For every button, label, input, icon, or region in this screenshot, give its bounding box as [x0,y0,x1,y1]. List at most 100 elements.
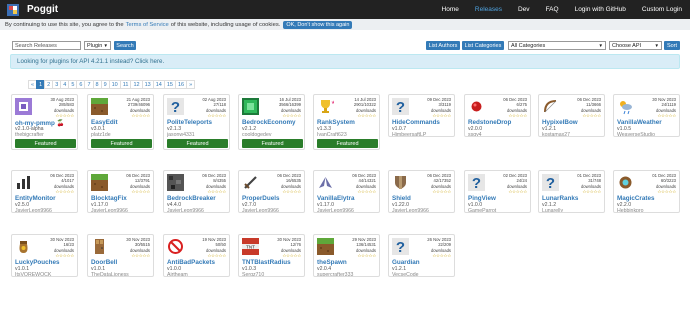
plugin-author: JavierLeon9966 [167,208,204,213]
featured-badge: Featured [15,139,76,148]
cookie-text-after: of this website, including usage of cook… [170,21,281,28]
plugin-card[interactable]: 06 Dec 2023 8/4355 downloads ☆☆☆☆☆ BedrockBr… [163,170,230,213]
rating-stars-icon: ☆☆☆☆☆ [508,112,527,118]
plugin-name-link[interactable]: LunarRanks [542,195,604,202]
brand-title[interactable]: Poggit [27,4,58,15]
api-banner-text[interactable]: Looking for plugins for API 4.21.1 inste… [17,58,164,65]
plugin-name-link[interactable]: VanillaWeather [617,119,679,126]
rating-stars-icon: ☆☆☆☆☆ [207,112,226,118]
chevron-down-icon: ▼ [654,43,659,48]
plugin-name-link[interactable]: BedrockEconomy [242,119,304,126]
plugin-card[interactable]: 06 Dec 2023 42/17352 downloads ☆☆☆☆☆ Shield v… [388,170,455,213]
list-categories-button[interactable]: List Categories [462,41,504,50]
chevron-down-icon: ▼ [598,43,603,48]
rating-stars-icon: ☆☆☆☆☆ [657,112,676,118]
plugin-author: VecseCode [392,272,419,277]
nav-faq[interactable]: FAQ [538,0,567,19]
search-button[interactable]: Search [114,41,136,50]
plugin-meta: 30 Aug 2023 285/583 downloads ☆☆☆☆☆ [30,97,74,118]
plugin-card[interactable]: 29 Nov 2023 136/14531 downloads ☆☆☆☆☆ theSpa… [313,234,380,277]
cookie-dismiss-button[interactable]: OK, Don't show this again [283,20,353,29]
plugin-name-link[interactable]: ProperDuels [242,195,304,202]
featured-badge: Featured [167,139,228,148]
plugin-name-link[interactable]: DoorBell [91,259,153,266]
plugin-card[interactable]: 06 Dec 2023 44/14321 downloads ☆☆☆☆☆ Vanilla… [313,170,380,213]
plugin-card[interactable]: 01 Dec 2023 60/3223 downloads ☆☆☆☆☆ MagicCra… [613,170,680,213]
svg-text:?: ? [472,175,481,191]
plugin-name-link[interactable]: BlocktagFix [91,195,153,202]
featured-badge: Featured [242,139,303,148]
plugin-name-link[interactable]: EasyEdit [91,119,153,126]
rating-stars-icon: ☆☆☆☆☆ [357,252,376,258]
category-value: All Categories [511,42,546,49]
sort-button[interactable]: Sort [664,41,680,50]
search-input[interactable] [12,41,81,50]
plugin-name-link[interactable]: AntiBadPackets [167,259,229,266]
plugin-name-link[interactable]: BedrockBreaker [167,195,229,202]
plugin-card[interactable]: TNT 30 Nov 2023 12/76 downloads ☆☆☆☆☆ TNTBlas… [238,234,305,277]
category-select[interactable]: All Categories ▼ [508,41,606,50]
plugin-card[interactable]: ? 09 Dec 2023 3/3119 downloads ☆☆☆☆☆ HideComm… [388,94,455,137]
plugin-card[interactable]: ? 26 Nov 2023 22/209 downloads ☆☆☆☆☆ Guardian… [388,234,455,277]
plugin-card[interactable]: ? 01 Dec 2023 31/748 downloads ☆☆☆☆☆ LunarRan… [538,170,605,213]
rating-stars-icon: ☆☆☆☆☆ [131,252,150,258]
nav-home[interactable]: Home [434,0,467,19]
list-authors-button[interactable]: List Authors [426,41,460,50]
plugin-name-link[interactable]: RedstoneDrop [468,119,530,126]
plugin-name-link[interactable]: PingView [468,195,530,202]
plugin-card[interactable]: 06 Dec 2023 11/3666 downloads ☆☆☆☆☆ HypixelB… [538,94,605,137]
nav-login-github[interactable]: Login with GitHub [567,0,634,19]
plugin-author: GameParrot [468,208,497,213]
plugin-meta: 30 Nov 2023 30/5515 downloads ☆☆☆☆☆ [106,237,150,258]
plugin-name-link[interactable]: TNTBlastRadius [242,259,304,266]
nav-dev[interactable]: Dev [510,0,538,19]
rating-stars-icon: ☆☆☆☆☆ [582,188,601,194]
plugin-meta: 09 Dec 2023 3/3119 downloads ☆☆☆☆☆ [407,97,451,118]
rating-stars-icon: ☆☆☆☆☆ [282,252,301,258]
plugin-card[interactable]: 06 Dec 2023 16/6535 downloads ☆☆☆☆☆ ProperDu… [238,170,305,213]
plugin-card[interactable]: 19 Nov 2023 50/50 downloads ☆☆☆☆☆ AntiBadPac… [163,234,230,277]
search-field-select[interactable]: Plugin ▼ [84,41,111,50]
plugin-card[interactable]: ★14 Jul 20232901/10322downloads☆☆☆☆☆Rank… [313,94,380,150]
plugin-meta: 06 Dec 2023 44/14321 downloads ☆☆☆☆☆ [332,173,376,194]
plugin-card[interactable]: ? 02 Dec 2023 24/24 downloads ☆☆☆☆☆ PingView v… [464,170,531,213]
plugin-name-link[interactable]: PoliteTeleports [167,119,229,126]
plugin-author: JavierLeon9966 [392,208,429,213]
plugin-name-link[interactable]: VanillaElytra [317,195,379,202]
plugin-card[interactable]: 06 Dec 2023 4/1017 downloads ☆☆☆☆☆ EntityMon… [11,170,78,213]
plugin-name-link[interactable]: RankSystem [317,119,379,126]
rating-stars-icon: ☆☆☆☆☆ [207,252,226,258]
plugin-card[interactable]: 21 Aug 2023 2739/46096 downloads ☆☆☆☆☆ EasyE… [87,94,154,150]
terms-of-service-link[interactable]: Terms of Service [126,22,169,28]
plugin-card[interactable]: ? 02 Aug 2023 27/118 downloads ☆☆☆☆☆ PoliteTe… [163,94,230,150]
rating-stars-icon: ☆☆☆☆☆ [55,112,74,118]
plugin-card[interactable]: 30 Nov 2023 16/23 downloads ☆☆☆☆☆ LuckyPouch… [11,234,78,277]
plugin-meta: 02 Dec 2023 24/24 downloads ☆☆☆☆☆ [483,173,527,194]
rating-stars-icon: ☆☆☆☆☆ [357,188,376,194]
nav-releases[interactable]: Releases [467,0,510,19]
plugin-name-link[interactable]: Shield [392,195,454,202]
plugin-card[interactable]: 30 Nov 2023 30/5515 downloads ☆☆☆☆☆ DoorBell… [87,234,154,277]
plugin-name-link[interactable]: HideCommands [392,119,454,126]
svg-text:?: ? [396,99,405,115]
nav-custom-login[interactable]: Custom Login [634,0,690,19]
pagination: «1 2 3 4 5 6 7 8 9 10 11 12 13 14 15 16» [28,80,196,89]
plugin-card[interactable]: 30 Nov 2023 24/1119 downloads ☆☆☆☆☆ VanillaW… [613,94,680,137]
pagination-next[interactable]: » [186,80,196,89]
api-banner[interactable]: Looking for plugins for API 4.21.1 inste… [10,54,680,69]
plugin-card[interactable]: 30 Aug 2023 285/583 downloads ☆☆☆☆☆ oh-my-pm… [11,94,78,150]
chevron-down-icon: ▼ [103,43,108,48]
api-select[interactable]: Choose API ▼ [609,41,662,50]
plugin-name-link[interactable]: theSpawn [317,259,379,266]
poggit-logo-icon[interactable] [6,3,20,17]
plugin-meta: 06 Dec 2023 42/17352 downloads ☆☆☆☆☆ [407,173,451,194]
plugin-name-link[interactable]: HypixelBow [542,119,604,126]
plugin-name-link[interactable]: EntityMonitor [15,195,77,202]
plugin-meta: 21 Aug 2023 2739/46096 downloads ☆☆☆☆☆ [106,97,150,118]
plugin-card[interactable]: 06 Dec 2023 6/275 downloads ☆☆☆☆☆ RedstoneDr… [464,94,531,137]
plugin-card[interactable]: 06 Dec 2023 12/3791 downloads ☆☆☆☆☆ Blocktag… [87,170,154,213]
plugin-name-link[interactable]: Guardian [392,259,454,266]
plugin-name-link[interactable]: LuckyPouches [15,259,77,266]
plugin-card[interactable]: 16 Jul 2023 3566/16399 downloads ☆☆☆☆☆ Bedro… [238,94,305,150]
plugin-name-link[interactable]: MagicCrates [617,195,679,202]
